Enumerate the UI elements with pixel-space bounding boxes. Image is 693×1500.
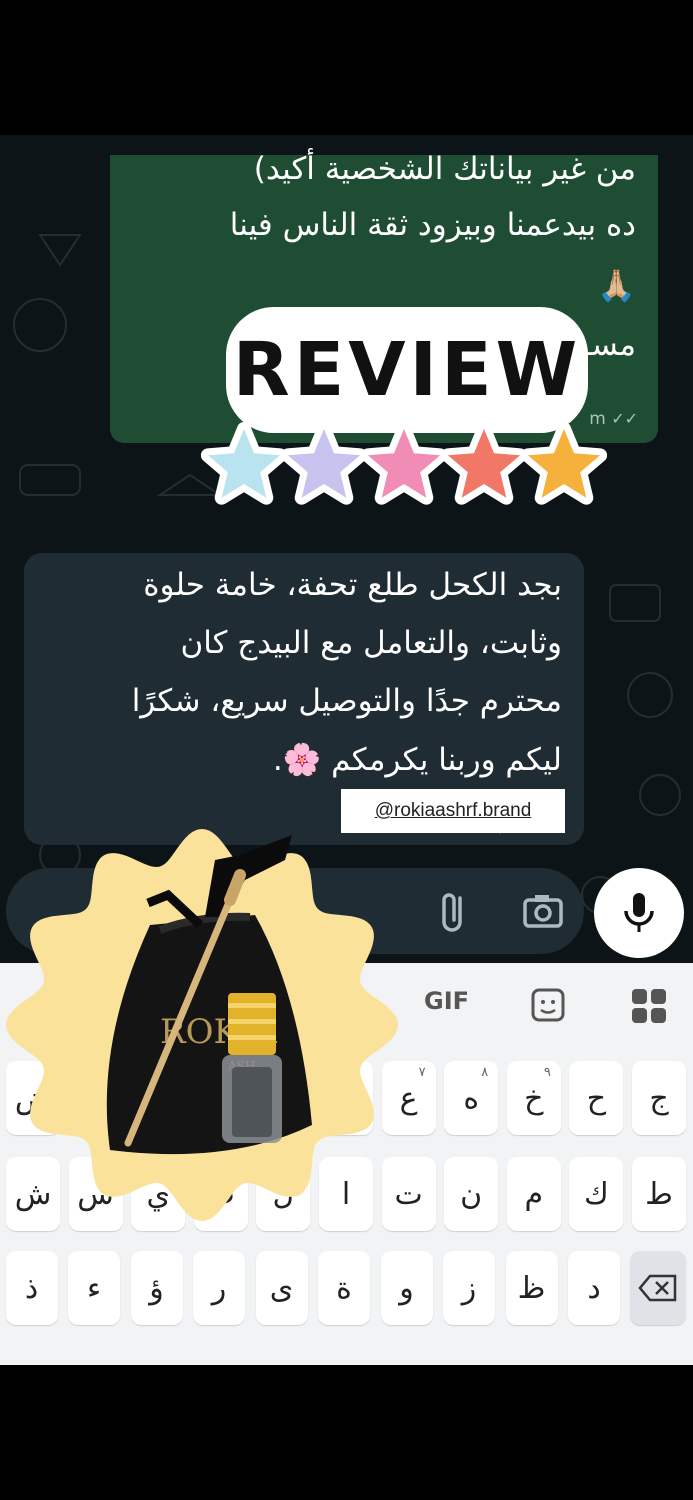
key-label: م (524, 1176, 544, 1212)
key-label: ح (586, 1080, 607, 1116)
product-photo-sticker: ROKIA ASH (6, 829, 398, 1221)
key-د[interactable]: د (568, 1251, 620, 1325)
backspace-key[interactable] (630, 1251, 686, 1325)
microphone-button[interactable] (594, 868, 684, 958)
key-ز[interactable]: ز (443, 1251, 495, 1325)
key-label: ء (86, 1270, 102, 1306)
key-label: ج (649, 1080, 669, 1116)
key-label: ؤ (149, 1270, 164, 1306)
letterbox-top (0, 0, 693, 135)
praying-hands-emoji: 🙏🏼 (597, 268, 636, 304)
key-ى[interactable]: ى (255, 1251, 308, 1325)
key-label: ه (463, 1080, 480, 1116)
apps-grid-icon[interactable] (630, 987, 668, 1025)
key-ظ[interactable]: ظ (505, 1251, 558, 1325)
key-label: ذ (24, 1270, 39, 1306)
message-line: وثابت، والتعامل مع البيدج كان (180, 625, 562, 661)
key-label: ز (461, 1270, 477, 1306)
backspace-icon (638, 1274, 677, 1302)
key-خ[interactable]: خ٩ (506, 1061, 561, 1135)
key-ذ[interactable]: ذ (5, 1251, 58, 1325)
letterbox-bottom (0, 1365, 693, 1500)
gif-button[interactable]: GIF (424, 987, 469, 1015)
key-label: ك (584, 1176, 609, 1212)
microphone-icon (624, 893, 654, 932)
key-label: ظ (517, 1270, 546, 1306)
rating-stars (200, 422, 608, 505)
key-hint: ٧ (418, 1065, 426, 1080)
message-line: ليكم وربنا يكرمكم 🌸. (272, 742, 562, 778)
key-label: ى (269, 1270, 294, 1306)
paperclip-icon[interactable] (434, 888, 474, 934)
key-م[interactable]: م (506, 1157, 561, 1231)
key-و[interactable]: و (380, 1251, 433, 1325)
review-sticker: REVIEW (188, 307, 626, 515)
key-ك[interactable]: ك (569, 1157, 624, 1231)
key-hint: ٨ (481, 1065, 489, 1080)
key-ر[interactable]: ر (193, 1251, 245, 1325)
key-label: د (587, 1270, 601, 1306)
camera-icon[interactable] (520, 888, 566, 934)
sticker-icon[interactable] (530, 987, 566, 1023)
message-line: محترم جدًا والتوصيل سريع، شكرًا (131, 683, 562, 719)
message-line: بجد الكحل طلع تحفة، خامة حلوة (143, 567, 562, 603)
key-label: و (399, 1270, 414, 1306)
chat-screen: من غير بياناتك الشخصية أكيد) ده بيدعمنا … (0, 135, 693, 1365)
key-hint: ٩ (543, 1065, 551, 1080)
key-ح[interactable]: ح (569, 1061, 624, 1135)
key-ج[interactable]: ج (632, 1061, 686, 1135)
key-ء[interactable]: ء (68, 1251, 120, 1325)
key-ط[interactable]: ط (632, 1157, 686, 1231)
key-ن[interactable]: ن (444, 1157, 499, 1231)
key-label: ن (460, 1176, 483, 1212)
key-label: ة (336, 1270, 352, 1306)
key-ة[interactable]: ة (318, 1251, 370, 1325)
key-ؤ[interactable]: ؤ (130, 1251, 183, 1325)
message-line: ده بيدعمنا وبيزود ثقة الناس فينا (229, 207, 636, 243)
key-ه[interactable]: ه٨ (444, 1061, 499, 1135)
key-label: خ (524, 1080, 544, 1116)
message-line: من غير بياناتك الشخصية أكيد) (253, 151, 636, 187)
key-label: ر (211, 1270, 227, 1306)
key-label: ط (645, 1176, 673, 1212)
